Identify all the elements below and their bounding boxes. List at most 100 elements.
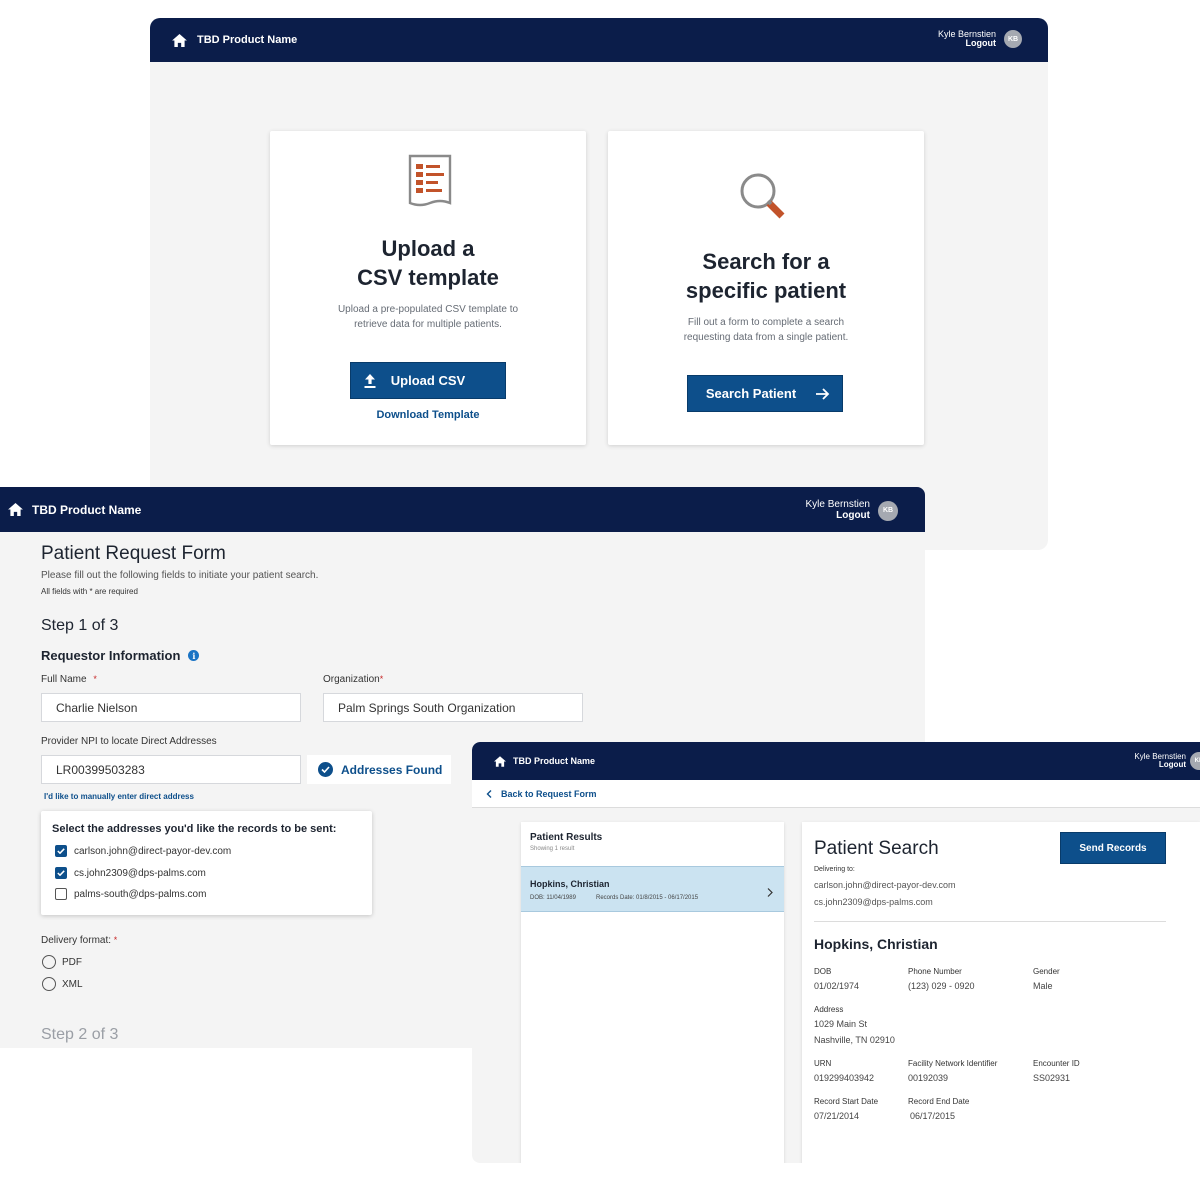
address-label: Address (814, 1005, 844, 1014)
search-patient-button[interactable]: Search Patient (687, 375, 843, 412)
check-circle-icon (318, 762, 333, 777)
format-label: PDF (62, 956, 82, 968)
result-dob: DOB: 11/04/1989 (530, 895, 576, 901)
user-menu[interactable]: Kyle Bernstien Logout KB (938, 29, 1022, 49)
download-template-link[interactable]: Download Template (270, 409, 586, 421)
user-menu[interactable]: Kyle Bernstien Logout KB (805, 499, 898, 522)
avatar[interactable]: KB (1004, 30, 1022, 49)
organization-input[interactable]: Palm Springs South Organization (323, 693, 583, 722)
radio-button[interactable] (42, 955, 56, 969)
sub-nav-bar: Back to Request Form (472, 780, 1200, 808)
delivering-email: carlson.john@direct-payor-dev.com (814, 880, 956, 890)
patient-search-panel: Patient Search Send Records Delivering t… (802, 822, 1200, 1163)
chevron-right-icon (767, 884, 773, 902)
checkbox-checked-icon[interactable] (55, 845, 67, 857)
dob-value: 01/02/1974 (814, 981, 860, 991)
section-title: Requestor Information i (41, 648, 200, 663)
product-name: TBD Product Name (32, 502, 142, 517)
address-option[interactable]: palms-south@dps-palms.com (55, 888, 206, 900)
chevron-left-icon (486, 785, 492, 803)
address-selection-box: Select the addresses you'd like the reco… (41, 811, 372, 915)
product-name: TBD Product Name (513, 756, 596, 766)
page-title: Patient Request Form (41, 543, 226, 564)
address-option[interactable]: cs.john2309@dps-palms.com (55, 867, 206, 879)
checkbox-empty-icon[interactable] (55, 888, 67, 900)
dob-label: DOB (814, 967, 832, 976)
search-title-line1: Search for a (702, 249, 830, 274)
upload-icon (364, 374, 376, 391)
result-records-date: Records Date: 01/8/2015 - 06/17/2015 (596, 895, 699, 901)
send-records-button[interactable]: Send Records (1060, 832, 1166, 864)
top-nav-bar: TBD Product Name Kyle Bernstien Logout K… (472, 742, 1200, 780)
format-label: XML (62, 978, 83, 990)
logout-link[interactable]: Logout (806, 510, 870, 522)
avatar[interactable]: KB (878, 500, 898, 521)
delivery-format-label: Delivery format: * (41, 935, 118, 946)
search-desc-line1: Fill out a form to complete a search (687, 317, 845, 328)
checkbox-checked-icon[interactable] (55, 867, 67, 879)
address-line1: 1029 Main St (814, 1019, 868, 1029)
magnifier-icon (738, 171, 790, 228)
page-subtitle: Please fill out the following fields to … (41, 570, 319, 581)
delivering-label: Delivering to: (814, 866, 855, 873)
result-name: Hopkins, Christian (530, 879, 610, 889)
full-name-label: Full Name * (41, 674, 97, 685)
product-name: TBD Product Name (197, 34, 298, 46)
required-note: All fields with * are required (41, 587, 138, 596)
addresses-found-text: Addresses Found (341, 762, 443, 777)
step-2-heading: Step 2 of 3 (41, 1026, 119, 1043)
upload-title-line2: CSV template (357, 264, 499, 290)
logout-link[interactable]: Logout (938, 38, 997, 48)
search-patient-card: Search for a specific patient Fill out a… (608, 131, 924, 445)
home-icon[interactable] (8, 503, 23, 516)
home-icon[interactable] (494, 755, 506, 767)
upload-csv-button[interactable]: Upload CSV (350, 362, 506, 399)
brand[interactable]: TBD Product Name (494, 755, 596, 767)
user-menu[interactable]: Kyle Bernstien Logout KB (1134, 752, 1200, 770)
result-row[interactable]: Hopkins, Christian DOB: 11/04/1989 Recor… (521, 866, 784, 912)
avatar[interactable]: KB (1190, 752, 1200, 770)
patient-results-window: TBD Product Name Kyle Bernstien Logout K… (472, 742, 1200, 1163)
full-name-input[interactable]: Charlie Nielson (41, 693, 301, 722)
address-line2: Nashville, TN 02910 (814, 1035, 895, 1045)
brand[interactable]: TBD Product Name (8, 503, 141, 517)
organization-label: Organization* (323, 674, 384, 685)
step-1-heading: Step 1 of 3 (41, 617, 119, 634)
record-start-label: Record Start Date (814, 1097, 879, 1106)
phone-value: (123) 029 - 0920 (908, 981, 975, 991)
upload-csv-card: Upload a CSV template Upload a pre-popul… (270, 131, 586, 445)
organization-label-text: Organization (323, 674, 380, 685)
home-window: TBD Product Name Kyle Bernstien Logout K… (150, 18, 1048, 550)
address-email: cs.john2309@dps-palms.com (74, 867, 206, 879)
user-name: Kyle Bernstien (805, 499, 870, 510)
facility-value: 00192039 (908, 1073, 949, 1083)
npi-input[interactable]: LR00399503283 (41, 755, 301, 784)
logout-link[interactable]: Logout (1134, 760, 1186, 769)
upload-desc-line1: Upload a pre-populated CSV template to (337, 304, 519, 315)
top-nav-bar: TBD Product Name Kyle Bernstien Logout K… (0, 487, 925, 532)
encounter-label: Encounter ID (1033, 1059, 1080, 1068)
back-link-text: Back to Request Form (501, 788, 597, 799)
manual-address-link[interactable]: I'd like to manually enter direct addres… (44, 792, 194, 801)
patient-search-title: Patient Search (814, 838, 939, 859)
search-desc-line2: requesting data from a single patient. (683, 332, 849, 343)
format-option-pdf[interactable]: PDF (42, 955, 82, 969)
back-link[interactable]: Back to Request Form (486, 785, 597, 803)
top-nav-bar: TBD Product Name Kyle Bernstien Logout K… (150, 18, 1048, 62)
facility-label: Facility Network Identifier (908, 1059, 998, 1068)
search-title-line2: specific patient (685, 277, 847, 303)
record-end-value: 06/17/2015 (910, 1111, 956, 1121)
record-end-label: Record End Date (908, 1097, 970, 1106)
info-icon[interactable]: i (188, 650, 200, 661)
address-box-title: Select the addresses you'd like the reco… (52, 823, 337, 835)
upload-title-line1: Upload a (381, 236, 475, 261)
gender-value: Male (1033, 981, 1053, 991)
radio-button[interactable] (42, 977, 56, 991)
home-icon[interactable] (172, 33, 187, 47)
upload-desc-line2: retrieve data for multiple patients. (354, 319, 502, 330)
brand[interactable]: TBD Product Name (172, 33, 298, 47)
format-option-xml[interactable]: XML (42, 977, 83, 991)
full-name-label-text: Full Name (41, 674, 87, 685)
address-option[interactable]: carlson.john@direct-payor-dev.com (55, 845, 231, 857)
npi-label: Provider NPI to locate Direct Addresses (41, 736, 217, 747)
